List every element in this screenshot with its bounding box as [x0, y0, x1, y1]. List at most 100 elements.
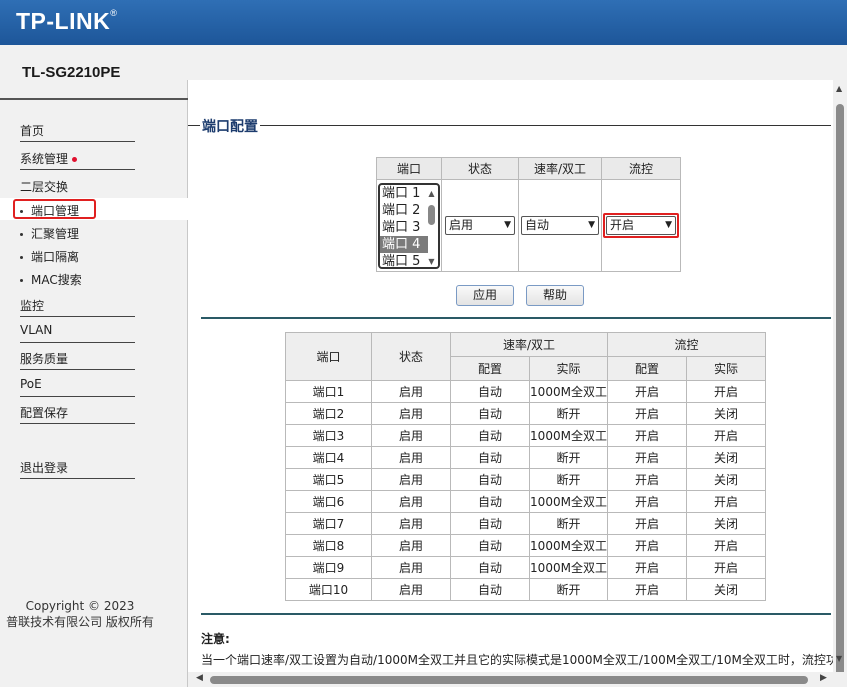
- scroll-up-icon[interactable]: ▲: [426, 189, 437, 198]
- horizontal-scrollbar[interactable]: ◀ ▶: [188, 672, 847, 687]
- sidebar-item-label: 监控: [20, 299, 45, 313]
- cell-flow-act: 关闭: [686, 578, 766, 601]
- state-select[interactable]: 启用 ▼: [445, 216, 515, 235]
- cell-flow-act: 关闭: [686, 468, 766, 491]
- cell-port: 端口2: [285, 402, 372, 425]
- brand-logo: TP-LINK®: [16, 8, 117, 35]
- port-option[interactable]: 端口 5: [380, 253, 428, 267]
- speed-select-value: 自动: [525, 218, 550, 232]
- table-row: 端口4 启用 自动 断开 开启 关闭: [285, 446, 766, 469]
- scroll-thumb[interactable]: [836, 104, 844, 676]
- col-header-flow-actual: 实际: [686, 356, 766, 381]
- cell-speed-act: 1000M全双工: [529, 556, 608, 579]
- cell-flow-cfg: 开启: [607, 534, 687, 557]
- flow-select-highlight: 开启 ▼: [603, 213, 679, 238]
- help-button[interactable]: 帮助: [526, 285, 584, 306]
- scroll-down-icon[interactable]: ▼: [836, 654, 842, 663]
- col-header-speed-config: 配置: [450, 356, 530, 381]
- col-header-port: 端口: [376, 157, 442, 180]
- sidebar-item-save-config[interactable]: 配置保存: [20, 404, 135, 424]
- port-status-table: 端口 状态 速率/双工 流控 配置 实际 配置 实际 端口1 启用 自动 1000M全…: [285, 332, 766, 601]
- cell-flow-cfg: 开启: [607, 424, 687, 447]
- cell-flow-cfg: 开启: [607, 380, 687, 403]
- cell-speed-cfg: 自动: [450, 402, 530, 425]
- scroll-right-icon[interactable]: ▶: [820, 673, 827, 683]
- table-row: 端口10 启用 自动 断开 开启 关闭: [285, 578, 766, 601]
- cell-state: 启用: [371, 468, 451, 491]
- sidebar-item-poe[interactable]: PoE: [20, 377, 135, 397]
- cell-state: 启用: [371, 534, 451, 557]
- cell-state: 启用: [371, 578, 451, 601]
- cell-flow-cfg: 开启: [607, 446, 687, 469]
- note-text: 当一个端口速率/双工设置为自动/1000M全双工并且它的实际模式是1000M全双…: [201, 653, 833, 667]
- cell-port: 端口3: [285, 424, 372, 447]
- sidebar-item-l2-switching[interactable]: 二层交换: [20, 178, 135, 198]
- speed-cell: 自动 ▼: [518, 179, 602, 272]
- port-option-selected[interactable]: 端口 4: [380, 235, 428, 253]
- sidebar-item-home[interactable]: 首页: [20, 122, 135, 142]
- note-title: 注意:: [201, 632, 230, 646]
- copyright-company: 普联技术有限公司 版权所有: [6, 615, 154, 629]
- cell-flow-act: 开启: [686, 534, 766, 557]
- port-select-cell: 端口 1 端口 2 端口 3 端口 4 端口 5 ▲ ▼: [376, 179, 442, 272]
- cell-flow-act: 开启: [686, 556, 766, 579]
- sidebar-item-monitor[interactable]: 监控: [20, 297, 135, 317]
- page-title: 端口配置: [200, 116, 260, 136]
- cell-port: 端口5: [285, 468, 372, 491]
- port-option[interactable]: 端口 1: [380, 185, 428, 202]
- cell-speed-act: 断开: [529, 512, 608, 535]
- section-divider: [201, 613, 831, 615]
- state-cell: 启用 ▼: [441, 179, 519, 272]
- port-listbox[interactable]: 端口 1 端口 2 端口 3 端口 4 端口 5 ▲ ▼: [378, 182, 440, 269]
- col-header-speed-actual: 实际: [529, 356, 608, 381]
- cell-speed-act: 1000M全双工: [529, 424, 608, 447]
- cell-speed-cfg: 自动: [450, 556, 530, 579]
- cell-flow-act: 关闭: [686, 446, 766, 469]
- cell-flow-act: 关闭: [686, 512, 766, 535]
- port-option[interactable]: 端口 3: [380, 219, 428, 236]
- cell-port: 端口7: [285, 512, 372, 535]
- cell-flow-act: 开启: [686, 380, 766, 403]
- sidebar-item-label: 服务质量: [20, 352, 69, 366]
- vertical-scrollbar[interactable]: ▲ ▼: [833, 80, 847, 676]
- cell-state: 启用: [371, 446, 451, 469]
- sidebar-item-system[interactable]: 系统管理: [20, 150, 135, 170]
- flow-control-select[interactable]: 开启 ▼: [606, 216, 676, 235]
- chevron-down-icon: ▼: [665, 220, 672, 230]
- sidebar-subitem-aggregation[interactable]: 汇聚管理: [20, 225, 79, 243]
- active-item-highlight: [13, 199, 96, 219]
- sidebar-item-label: PoE: [20, 377, 42, 391]
- table-row: 端口3 启用 自动 1000M全双工 开启 开启: [285, 424, 766, 447]
- sidebar-item-label: 首页: [20, 124, 45, 138]
- scroll-thumb[interactable]: [210, 676, 808, 684]
- scroll-down-icon[interactable]: ▼: [426, 257, 437, 266]
- brand-mark: ®: [110, 8, 118, 19]
- sidebar-subitem-port-isolation[interactable]: 端口隔离: [20, 248, 79, 266]
- cell-flow-act: 开启: [686, 490, 766, 513]
- listbox-scrollbar[interactable]: ▲ ▼: [426, 187, 437, 267]
- cell-speed-cfg: 自动: [450, 468, 530, 491]
- col-header-state: 状态: [441, 157, 519, 180]
- bullet-icon: [20, 279, 23, 282]
- scroll-up-icon[interactable]: ▲: [836, 84, 842, 93]
- sidebar-item-qos[interactable]: 服务质量: [20, 350, 135, 370]
- sidebar-subitem-mac-search[interactable]: MAC搜索: [20, 271, 82, 289]
- cell-speed-act: 断开: [529, 578, 608, 601]
- cell-state: 启用: [371, 512, 451, 535]
- sidebar-item-logout[interactable]: 退出登录: [20, 459, 135, 479]
- cell-speed-act: 断开: [529, 468, 608, 491]
- copyright: Copyright © 2023 普联技术有限公司 版权所有: [0, 598, 160, 630]
- sidebar-item-vlan[interactable]: VLAN: [20, 323, 135, 343]
- speed-select[interactable]: 自动 ▼: [521, 216, 599, 235]
- port-option[interactable]: 端口 2: [380, 202, 428, 219]
- table-row: 端口7 启用 自动 断开 开启 关闭: [285, 512, 766, 535]
- cell-flow-cfg: 开启: [607, 468, 687, 491]
- section-divider: [201, 317, 831, 319]
- cell-port: 端口10: [285, 578, 372, 601]
- port-config-table: 端口 状态 速率/双工 流控 端口 1 端口 2 端口 3 端口 4 端口 5 …: [376, 157, 681, 272]
- apply-button[interactable]: 应用: [456, 285, 514, 306]
- sidebar-item-label: 系统管理: [20, 152, 69, 166]
- scroll-thumb[interactable]: [428, 204, 435, 225]
- cell-speed-cfg: 自动: [450, 424, 530, 447]
- scroll-left-icon[interactable]: ◀: [196, 673, 203, 683]
